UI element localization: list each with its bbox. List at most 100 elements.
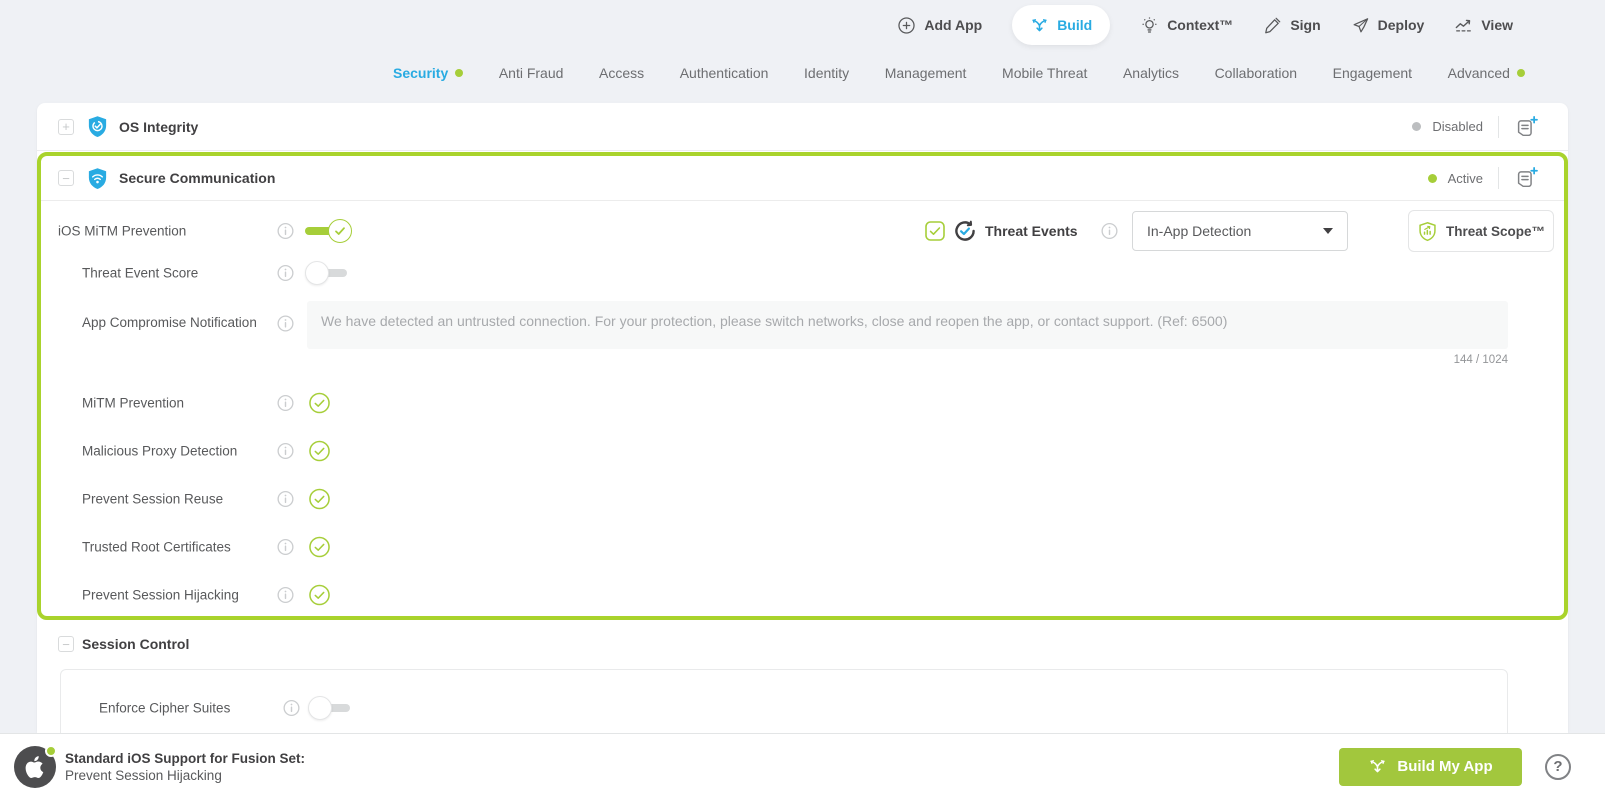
context-label: Context™ xyxy=(1167,17,1234,33)
sign-tab[interactable]: Sign xyxy=(1263,16,1321,35)
info-icon[interactable] xyxy=(283,700,300,717)
check-circle-icon xyxy=(309,441,330,462)
fusion-set-info: Standard iOS Support for Fusion Set: Pre… xyxy=(65,750,305,784)
info-icon[interactable] xyxy=(277,223,294,240)
info-icon[interactable] xyxy=(277,443,294,460)
check-circle-icon xyxy=(309,537,330,558)
fusion-set-label: Standard iOS Support for Fusion Set: xyxy=(65,750,306,766)
build-label: Build xyxy=(1057,17,1093,33)
collapse-minus-icon[interactable]: − xyxy=(58,170,74,186)
status-badge: Active xyxy=(1447,170,1483,186)
build-tab[interactable]: Build xyxy=(1012,5,1111,45)
build-icon xyxy=(1368,757,1387,776)
feature-label: Prevent Session Reuse xyxy=(82,491,224,507)
section-title: Secure Communication xyxy=(119,170,276,186)
detection-mode-dropdown[interactable]: In-App Detection xyxy=(1132,211,1348,251)
view-label: View xyxy=(1481,17,1513,33)
green-status-dot xyxy=(1516,69,1525,77)
section-title: OS Integrity xyxy=(119,118,199,135)
os-integrity-section-header: + OS Integrity Disabled xyxy=(37,103,1568,151)
nav-item-authentication[interactable]: Authentication xyxy=(680,65,769,81)
app-compromise-notification-row: App Compromise Notification We have dete… xyxy=(41,293,1564,379)
nav-item-mobile-threat[interactable]: Mobile Threat xyxy=(1002,65,1087,81)
add-app-label: Add App xyxy=(924,17,983,33)
info-icon[interactable] xyxy=(277,315,294,332)
help-icon[interactable]: ? xyxy=(1545,753,1571,780)
status-badge: Disabled xyxy=(1432,119,1483,134)
info-icon[interactable] xyxy=(277,265,294,282)
feature-label: iOS MiTM Prevention xyxy=(58,223,187,239)
shield-wifi-icon xyxy=(86,167,109,190)
secure-communication-header: − Secure Communication Active xyxy=(41,156,1564,201)
nav-item-collaboration[interactable]: Collaboration xyxy=(1215,65,1298,81)
sign-label: Sign xyxy=(1290,17,1321,33)
add-note-icon[interactable] xyxy=(1514,115,1538,139)
add-note-icon[interactable] xyxy=(1514,166,1538,190)
nav-item-security[interactable]: Security xyxy=(393,65,464,81)
paper-plane-icon xyxy=(1351,16,1370,35)
apple-logo-icon xyxy=(22,754,48,780)
build-icon xyxy=(1030,16,1049,35)
session-control-header: − Session Control xyxy=(37,619,1568,669)
check-circle-icon xyxy=(309,489,330,510)
nav-item-advanced[interactable]: Advanced xyxy=(1448,65,1525,81)
feature-label: Threat Event Score xyxy=(82,265,199,281)
threat-event-score-row: Threat Event Score xyxy=(41,253,1564,293)
build-footer: Standard iOS Support for Fusion Set: Pre… xyxy=(0,733,1605,799)
chevron-down-icon xyxy=(1323,228,1333,234)
section-title: Session Control xyxy=(82,636,190,652)
build-my-app-button[interactable]: Build My App xyxy=(1339,747,1522,786)
info-icon[interactable] xyxy=(277,539,294,556)
category-nav: Security Anti Fraud Access Authenticatio… xyxy=(393,52,1525,94)
feature-label: Prevent Session Hijacking xyxy=(82,587,239,603)
dropdown-selected-value: In-App Detection xyxy=(1147,223,1252,239)
prevent-session-reuse-row: Prevent Session Reuse xyxy=(41,475,1564,523)
ios-mitm-prevention-row: iOS MiTM Prevention Threat Events In-App… xyxy=(41,209,1564,253)
shield-check-icon xyxy=(86,115,109,138)
nav-item-anti-fraud[interactable]: Anti Fraud xyxy=(499,65,564,81)
green-status-dot xyxy=(45,744,57,757)
deploy-label: Deploy xyxy=(1377,17,1425,33)
top-toolbar: Add App Build Context™ Sign Deploy View xyxy=(0,0,1605,50)
ios-mitm-toggle-on[interactable] xyxy=(305,219,352,243)
feature-label: Trusted Root Certificates xyxy=(82,539,231,555)
threat-event-score-toggle-off[interactable] xyxy=(305,261,349,285)
nav-item-identity[interactable]: Identity xyxy=(804,65,849,81)
view-tab[interactable]: View xyxy=(1454,16,1513,35)
plus-circle-icon xyxy=(897,16,916,35)
character-counter: 144 / 1024 xyxy=(1453,354,1508,366)
nav-item-management[interactable]: Management xyxy=(885,65,967,81)
nav-item-access[interactable]: Access xyxy=(599,65,644,81)
secure-communication-section: − Secure Communication Active iOS MiTM P… xyxy=(37,152,1568,620)
check-circle-icon xyxy=(309,585,330,606)
ios-app-logo xyxy=(14,744,57,788)
enforce-cipher-suites-row: Enforce Cipher Suites xyxy=(61,686,1507,730)
nav-item-analytics[interactable]: Analytics xyxy=(1123,65,1179,81)
feature-label: App Compromise Notification xyxy=(82,315,257,330)
threat-scope-button[interactable]: Threat Scope™ xyxy=(1408,210,1554,252)
nav-item-engagement[interactable]: Engagement xyxy=(1333,65,1412,81)
context-tab[interactable]: Context™ xyxy=(1140,16,1233,35)
add-app-button[interactable]: Add App xyxy=(897,16,982,35)
check-icon xyxy=(334,225,346,237)
collapse-minus-icon[interactable]: − xyxy=(58,636,74,652)
threat-events-checkbox-checked[interactable] xyxy=(925,221,945,241)
pen-icon xyxy=(1263,16,1282,35)
green-status-dot xyxy=(455,69,464,77)
malicious-proxy-detection-row: Malicious Proxy Detection xyxy=(41,427,1564,475)
fusion-set-value: Prevent Session Hijacking xyxy=(65,767,222,783)
info-icon[interactable] xyxy=(277,587,294,604)
trusted-root-certificates-row: Trusted Root Certificates xyxy=(41,523,1564,571)
deploy-tab[interactable]: Deploy xyxy=(1351,16,1425,35)
divider xyxy=(1498,115,1499,138)
info-icon[interactable] xyxy=(277,491,294,508)
check-circle-icon xyxy=(309,393,330,414)
feature-label: Enforce Cipher Suites xyxy=(99,700,231,716)
divider xyxy=(1498,167,1499,189)
info-icon[interactable] xyxy=(1101,223,1118,240)
feature-label: MiTM Prevention xyxy=(82,395,185,411)
info-icon[interactable] xyxy=(277,395,294,412)
enforce-cipher-suites-toggle-off[interactable] xyxy=(308,696,352,720)
expand-plus-icon[interactable]: + xyxy=(58,118,74,135)
notification-message-input[interactable]: We have detected an untrusted connection… xyxy=(307,301,1508,349)
